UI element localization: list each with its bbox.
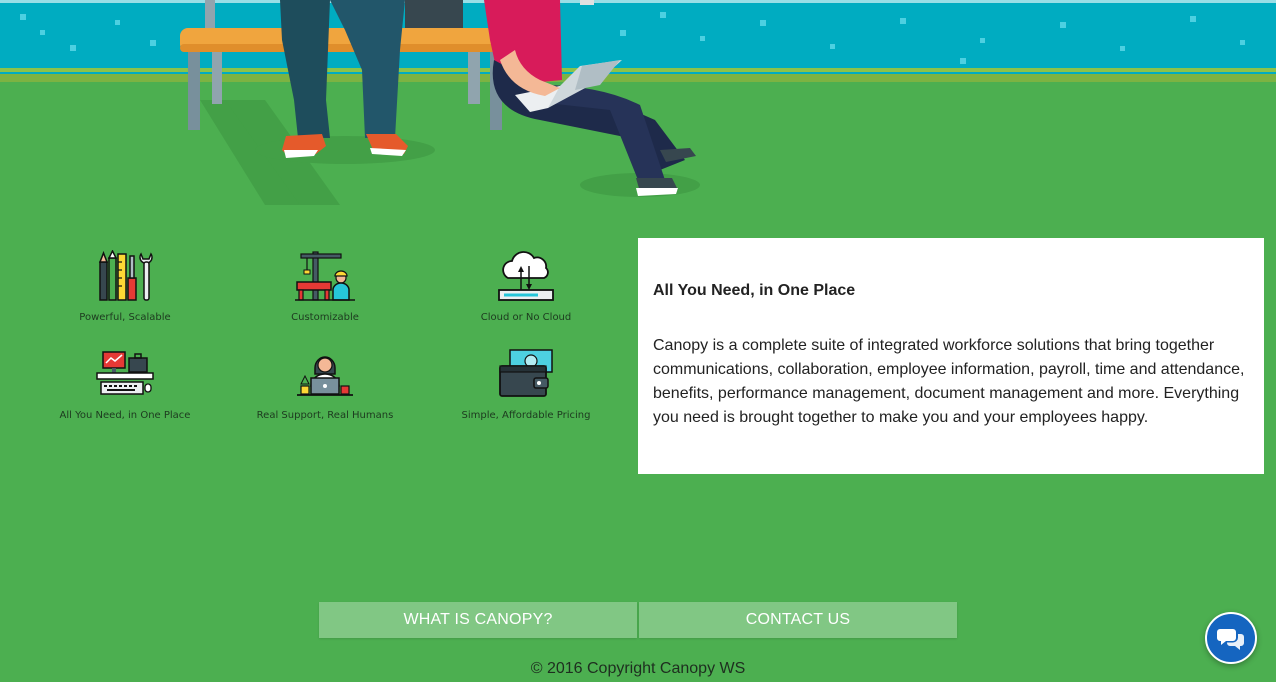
copyright-text: © 2016 Copyright Canopy WS: [530, 660, 746, 677]
feature-customizable[interactable]: Customizable: [225, 250, 425, 323]
feature-label: Simple, Affordable Pricing: [461, 410, 591, 421]
feature-all-in-one-place[interactable]: All You Need, in One Place: [25, 348, 225, 421]
info-card-title: All You Need, in One Place: [653, 282, 856, 299]
feature-label: Powerful, Scalable: [79, 312, 171, 323]
workstation-icon: [96, 351, 154, 395]
hero-illustration: [0, 0, 1276, 215]
feature-real-support[interactable]: Real Support, Real Humans: [225, 348, 425, 421]
info-card-body: Canopy is a complete suite of integrated…: [653, 337, 1245, 426]
feature-cloud-or-no-cloud[interactable]: Cloud or No Cloud: [426, 250, 626, 323]
feature-label: Real Support, Real Humans: [256, 410, 394, 421]
contact-us-button[interactable]: CONTACT US: [639, 602, 957, 638]
feature-powerful-scalable[interactable]: Powerful, Scalable: [25, 250, 225, 323]
chat-bubbles-icon: [1217, 629, 1244, 650]
feature-label: Cloud or No Cloud: [480, 312, 572, 323]
tools-icon: [98, 250, 153, 301]
feature-label: Customizable: [291, 312, 359, 323]
construction-crane-icon: [295, 251, 355, 301]
cloud-sync-icon: [498, 251, 554, 301]
feature-affordable-pricing[interactable]: Simple, Affordable Pricing: [426, 348, 626, 421]
chat-button[interactable]: [1205, 612, 1257, 664]
info-card: All You Need, in One Place Canopy is a c…: [638, 238, 1264, 474]
feature-label: All You Need, in One Place: [59, 410, 191, 421]
page: Powerful, Scalable Customizable Cloud or…: [0, 0, 1276, 682]
support-agent-icon: [297, 356, 353, 396]
wallet-icon: [499, 349, 553, 397]
what-is-canopy-button[interactable]: WHAT IS CANOPY?: [319, 602, 637, 638]
bottom-nav: WHAT IS CANOPY? CONTACT US: [319, 602, 957, 638]
